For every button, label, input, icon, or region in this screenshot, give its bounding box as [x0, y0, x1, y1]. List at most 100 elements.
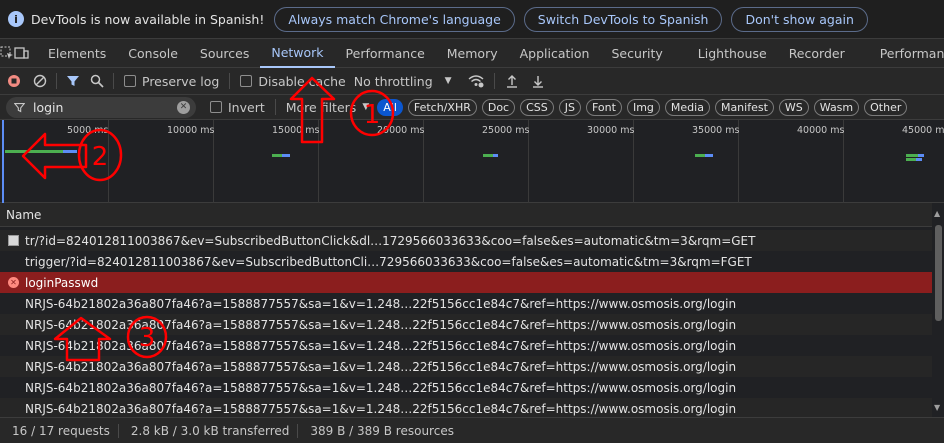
tab-elements[interactable]: Elements [37, 39, 117, 68]
network-toolbar: Preserve log Disable cache No throttling… [0, 68, 944, 95]
request-bar [705, 154, 713, 157]
tick-label: 45000 ms [902, 125, 944, 136]
timeline-overview[interactable]: 5000 ms 10000 ms 15000 ms 20000 ms 25000… [0, 120, 944, 203]
chip-js[interactable]: JS [558, 98, 581, 116]
table-row[interactable]: NRJS-64b21802a36a807fa46?a=1588877557&sa… [0, 314, 932, 335]
device-toolbar-icon[interactable] [14, 39, 29, 68]
request-bar [5, 150, 63, 153]
invert-checkbox[interactable]: Invert [204, 100, 271, 115]
tick-label: 35000 ms [692, 125, 740, 136]
request-name: NRJS-64b21802a36a807fa46?a=1588877557&sa… [25, 380, 737, 395]
chip-ws[interactable]: WS [778, 98, 809, 116]
tab-sources[interactable]: Sources [189, 39, 260, 68]
chevron-down-icon: ▼ [444, 76, 452, 86]
clear-search-icon[interactable]: ✕ [177, 100, 190, 114]
table-row[interactable]: NRJS-64b21802a36a807fa46?a=1588877557&sa… [0, 293, 932, 314]
name-column-label: Name [6, 207, 42, 222]
preserve-log-label: Preserve log [142, 73, 220, 89]
chip-wasm[interactable]: Wasm [813, 98, 860, 116]
scroll-down-icon[interactable]: ▼ [934, 403, 940, 412]
more-filters-label: More filters [285, 99, 357, 115]
filter-search-box[interactable]: ✕ [6, 96, 196, 118]
tick-label: 25000 ms [482, 125, 530, 136]
chip-img[interactable]: Img [626, 98, 660, 116]
tab-recorder[interactable]: Recorder [778, 39, 869, 68]
request-bar [906, 154, 918, 157]
chip-css[interactable]: CSS [520, 98, 554, 116]
import-har-icon[interactable] [499, 67, 525, 96]
scrollbar-thumb[interactable] [935, 225, 942, 321]
chip-other[interactable]: Other [864, 98, 908, 116]
checkbox-box[interactable] [124, 75, 136, 87]
request-name: trigger/?id=824012811003867&ev=Subscribe… [25, 254, 752, 269]
match-language-button[interactable]: Always match Chrome's language [274, 6, 515, 32]
request-bar [918, 154, 924, 157]
tick-label: 30000 ms [587, 125, 635, 136]
table-row[interactable]: ✕ loginPasswd [0, 272, 932, 293]
tab-performance-insights[interactable]: Performance in [869, 39, 944, 68]
tick-label: 20000 ms [377, 125, 425, 136]
inspect-element-icon[interactable] [0, 39, 14, 68]
filter-bar: ✕ Invert More filters ▼ All Fetch/XHR Do… [0, 95, 944, 120]
tab-lighthouse[interactable]: Lighthouse [687, 39, 778, 68]
tick-label: 40000 ms [797, 125, 845, 136]
throttling-value: No throttling [353, 73, 433, 89]
table-row[interactable]: trigger/?id=824012811003867&ev=Subscribe… [0, 251, 932, 272]
checkbox-box[interactable] [240, 75, 253, 87]
dont-show-again-button[interactable]: Don't show again [731, 6, 868, 32]
switch-spanish-button[interactable]: Switch DevTools to Spanish [523, 6, 723, 32]
network-conditions-icon[interactable] [462, 67, 490, 96]
filter-input[interactable] [33, 99, 173, 115]
tab-console[interactable]: Console [117, 39, 189, 68]
table-row[interactable]: NRJS-64b21802a36a807fa46?a=1588877557&sa… [0, 335, 932, 356]
tab-performance[interactable]: Performance [335, 39, 436, 68]
preserve-log-checkbox[interactable]: Preserve log [118, 74, 225, 89]
separator [229, 73, 231, 89]
request-list: tr/?id=824012811003867&ev=SubscribedButt… [0, 230, 932, 417]
tab-security[interactable]: Security [600, 39, 686, 68]
export-har-icon[interactable] [525, 67, 551, 96]
record-stop-icon[interactable] [0, 67, 28, 96]
chip-doc[interactable]: Doc [481, 98, 516, 116]
request-name: NRJS-64b21802a36a807fa46?a=1588877557&sa… [25, 401, 737, 416]
separator [113, 73, 114, 89]
chip-manifest[interactable]: Manifest [714, 98, 774, 116]
tick-label: 5000 ms [67, 125, 109, 136]
disable-cache-checkbox[interactable]: Disable cache [234, 74, 351, 89]
timeline-selection-handle[interactable] [2, 120, 4, 203]
separator [56, 73, 57, 89]
request-bar [483, 154, 493, 157]
language-infobar: i DevTools is now available in Spanish! … [0, 0, 944, 39]
checkbox-box[interactable] [210, 101, 222, 113]
request-name: NRJS-64b21802a36a807fa46?a=1588877557&sa… [25, 296, 737, 311]
clear-icon[interactable] [28, 67, 52, 96]
table-row[interactable]: NRJS-64b21802a36a807fa46?a=1588877557&sa… [0, 356, 932, 377]
search-icon[interactable] [85, 67, 109, 96]
table-row[interactable]: NRJS-64b21802a36a807fa46?a=1588877557&sa… [0, 398, 932, 417]
request-bar [493, 154, 498, 157]
separator [493, 73, 495, 89]
transferred-size: 2.8 kB / 3.0 kB transferred [119, 423, 299, 438]
resources-size: 389 B / 389 B resources [310, 423, 454, 438]
request-bar [272, 154, 282, 157]
chip-media[interactable]: Media [664, 98, 710, 116]
request-name: NRJS-64b21802a36a807fa46?a=1588877557&sa… [25, 338, 737, 353]
filter-icon[interactable] [61, 67, 85, 96]
tab-memory[interactable]: Memory [436, 39, 509, 68]
resource-type-chips: All Fetch/XHR Doc CSS JS Font Img Media … [377, 98, 912, 116]
network-status-bar: 16 / 17 requests 2.8 kB / 3.0 kB transfe… [0, 417, 944, 443]
filter-funnel-icon [14, 102, 25, 112]
chip-fetch-xhr[interactable]: Fetch/XHR [407, 98, 477, 116]
table-row[interactable]: tr/?id=824012811003867&ev=SubscribedButt… [0, 230, 932, 251]
chip-font[interactable]: Font [586, 98, 622, 116]
name-column-header[interactable]: Name [0, 203, 944, 227]
table-row[interactable]: NRJS-64b21802a36a807fa46?a=1588877557&sa… [0, 377, 932, 398]
tab-application[interactable]: Application [509, 39, 601, 68]
document-icon [8, 235, 19, 246]
vertical-scrollbar[interactable]: ▲ ▼ [932, 203, 944, 417]
tab-network[interactable]: Network [260, 39, 335, 68]
scroll-up-icon[interactable]: ▲ [934, 209, 940, 218]
more-filters-dropdown[interactable]: More filters ▼ [280, 100, 373, 115]
chip-all[interactable]: All [377, 98, 403, 116]
throttling-select[interactable]: No throttling ▼ [352, 74, 458, 89]
